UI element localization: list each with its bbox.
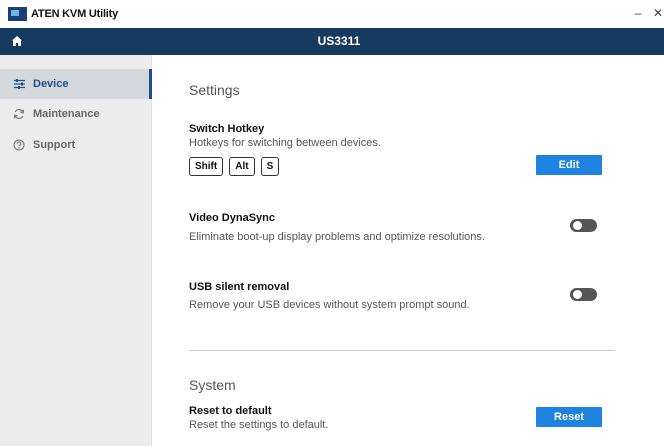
reset-button[interactable]: Reset [536, 407, 602, 427]
hotkey-key-alt: Alt [229, 157, 255, 176]
usb-silent-removal-title: USB silent removal [189, 281, 290, 293]
settings-panel: Settings Switch Hotkey Hotkeys for switc… [153, 55, 664, 446]
app-title: ATEN KVM Utility [31, 8, 119, 20]
device-header: US3311 [0, 28, 664, 55]
home-icon[interactable] [11, 35, 23, 47]
sidebar-item-label: Support [33, 139, 76, 151]
sidebar-item-label: Maintenance [33, 108, 100, 120]
reset-to-default-title: Reset to default [189, 405, 272, 417]
sidebar-item-support[interactable]: Support [0, 130, 152, 160]
close-button[interactable]: ✕ [650, 5, 664, 21]
help-icon [12, 138, 26, 152]
usb-silent-removal-toggle[interactable] [570, 288, 597, 301]
sidebar: Device Maintenance Support [0, 55, 152, 446]
sliders-icon [12, 77, 26, 91]
edit-hotkey-button[interactable]: Edit [536, 155, 602, 175]
app-logo-icon [8, 7, 27, 21]
video-dynasync-description: Eliminate boot-up display problems and o… [189, 231, 485, 243]
minimize-button[interactable]: – [630, 5, 646, 21]
sidebar-item-device[interactable]: Device [0, 69, 152, 99]
switch-hotkey-title: Switch Hotkey [189, 123, 265, 135]
hotkey-keys: Shift Alt S [189, 157, 280, 176]
sidebar-item-label: Device [33, 78, 69, 90]
video-dynasync-toggle[interactable] [570, 219, 597, 232]
window-titlebar: ATEN KVM Utility – ✕ [0, 0, 664, 28]
video-dynasync-title: Video DynaSync [189, 212, 275, 224]
refresh-icon [12, 107, 26, 121]
section-divider [189, 350, 615, 351]
usb-silent-removal-description: Remove your USB devices without system p… [189, 299, 470, 311]
switch-hotkey-description: Hotkeys for switching between devices. [189, 137, 381, 149]
reset-to-default-description: Reset the settings to default. [189, 419, 329, 431]
hotkey-key-s: S [260, 157, 280, 176]
device-name: US3311 [317, 34, 361, 48]
settings-section-title: Settings [189, 82, 240, 98]
system-section-title: System [189, 377, 236, 393]
sidebar-item-maintenance[interactable]: Maintenance [0, 99, 152, 129]
hotkey-key-shift: Shift [189, 157, 224, 176]
